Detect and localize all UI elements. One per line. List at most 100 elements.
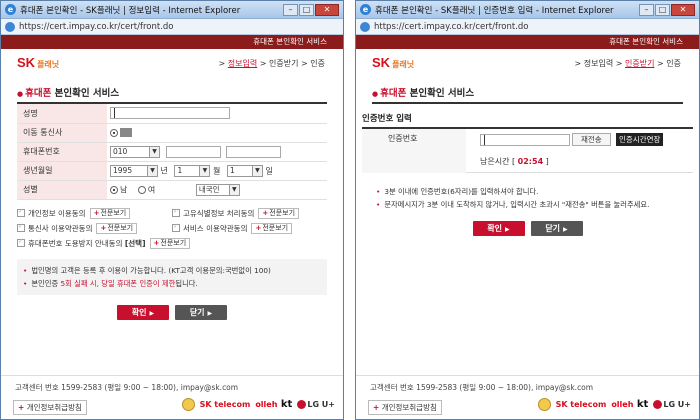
notice-warning: 5회 실패 시, 당일 휴대폰 인증이 제한 [60,278,176,288]
address-bar[interactable]: https://cert.impay.co.kr/cert/front.do [1,19,343,35]
carrier-terms-checkbox[interactable] [17,222,25,232]
theft-notice-checkbox[interactable] [17,237,25,247]
close-window-button[interactable]: ✕ [315,3,339,16]
address-bar[interactable]: https://cert.impay.co.kr/cert/front.do [356,19,699,35]
unique-id-checkbox[interactable] [172,207,180,217]
lg-uplus-logo: LG U+ [297,400,335,409]
birth-month-select[interactable]: 1 ▼ [174,164,211,177]
step-info-entry: 정보입력 [583,59,614,68]
footer: 고객센터 번호 1599-2583 (평일 9:00 ~ 18:00), imp… [356,375,699,419]
countdown-timer: 02:54 [517,157,544,166]
service-terms-checkbox[interactable] [172,222,180,232]
unique-id-view-button[interactable]: +전문보기 [258,207,300,219]
privacy-view-button[interactable]: +전문보기 [89,207,131,219]
phone-label: 휴대폰번호 [17,142,107,162]
carrier-logos: SK telecom olleh kt LG U+ [181,398,335,411]
footer: 고객센터 번호 1599-2583 (평일 9:00 ~ 18:00), imp… [1,375,343,419]
resend-button[interactable]: 재전송 [572,133,611,146]
auth-notice-line-1: 3분 이내에 인증번호(6자리)를 입력하셔야 합니다. [384,187,539,196]
step-info-entry: 정보입력 [227,59,258,68]
optional-tag: [선택] [124,238,146,248]
birth-year-select[interactable]: 1995 ▼ [110,164,158,177]
seal-icon [537,398,551,411]
gender-male-radio[interactable] [110,185,118,194]
service-terms-view-button[interactable]: +전문보기 [251,222,293,234]
window-title: 휴대폰 본인확인 - SK플래닛 | 정보입력 - Internet Explo… [20,5,241,16]
confirm-button[interactable]: 확인 ▶ [472,221,525,236]
carrier-logo [120,128,132,137]
chevron-down-icon: ▼ [149,146,159,157]
close-window-button[interactable]: ✕ [671,3,695,16]
kt-logo: olleh kt [611,399,649,410]
carrier-terms-view-button[interactable]: +전문보기 [96,222,138,234]
text-cursor [484,135,485,145]
phone-prefix-select[interactable]: 010 ▼ [110,145,160,158]
sk-telecom-logo: SK telecom [199,400,251,409]
carrier-radio[interactable] [110,128,118,137]
close-button[interactable]: 닫기 ▶ [175,304,227,320]
step-auth: 인증 [666,59,681,68]
chevron-down-icon: ▼ [228,184,239,195]
notice-line-1: 법인명의 고객은 등록 후 이용이 가능합니다. (KT고객 이용문의:국번없이… [31,265,271,275]
step-verify: 인증받기 [625,59,655,68]
year-unit: 년 [160,166,168,175]
minimize-button[interactable]: – [283,3,298,16]
theft-notice-label: 휴대폰번호 도용방지 안내동의 [28,238,123,248]
gender-label: 성별 [17,180,107,200]
gender-female-radio[interactable] [137,185,146,194]
nationality-select[interactable]: 내국인 ▼ [195,183,240,196]
remaining-time: 남은시간 [ 02:54 ] [480,157,549,166]
step-indicator: > 정보입력 > 인증받기 > 인증 [218,59,325,68]
extend-time-button[interactable]: 인증시간연장 [616,133,664,146]
sk-planet-logo: SK 플래닛 [372,55,414,70]
page-title: ● 휴대폰 본인확인 서비스 [17,85,327,104]
carrier-logos: SK telecom olleh kt LG U+ [537,398,691,411]
maximize-button[interactable]: □ [299,3,314,16]
name-label: 성명 [17,104,107,124]
auth-notice-line-2: 문자메시지가 3분 이내 도착하지 않거나, 입력시간 초과시 "재전송" 버튼… [384,200,650,209]
phone-middle-input[interactable] [165,145,221,158]
chevron-down-icon: ▼ [251,165,262,176]
page-title: ● 휴대폰 본인확인 서비스 [372,85,683,104]
birth-label: 생년월일 [17,161,107,181]
globe-icon [360,21,370,32]
logo-planet: 플래닛 [37,60,60,69]
privacy-checkbox[interactable] [17,207,25,217]
text-cursor [114,108,115,119]
privacy-policy-button[interactable]: + 개인정보취급방침 [13,400,87,415]
auth-code-input[interactable] [480,134,570,146]
customer-center-text: 고객센터 번호 1599-2583 (평일 9:00 ~ 18:00), imp… [15,383,239,392]
day-unit: 일 [265,166,273,175]
step-indicator: > 정보입력 > 인증받기 > 인증 [574,59,681,68]
customer-center-text: 고객센터 번호 1599-2583 (평일 9:00 ~ 18:00), imp… [370,383,594,392]
bullet-icon: ● [372,90,379,98]
auth-code-label: 인증번호 [362,129,466,173]
month-unit: 월 [213,166,221,175]
logo-sk: SK [17,55,36,70]
title-bar[interactable]: e 휴대폰 본인확인 - SK플래닛 | 정보입력 - Internet Exp… [1,1,343,19]
maximize-button[interactable]: □ [655,3,670,16]
sk-telecom-logo: SK telecom [555,400,607,409]
notice-box: • 법인명의 고객은 등록 후 이용이 가능합니다. (KT고객 이용문의:국번없… [17,258,327,295]
lg-uplus-logo: LG U+ [653,400,691,409]
address-url[interactable]: https://cert.impay.co.kr/cert/front.do [19,22,174,32]
auth-notice: • 3분 이내에 인증번호(6자리)를 입력하셔야 합니다. • 문자메시지가 3분… [376,187,650,209]
minimize-button[interactable]: – [639,3,654,16]
info-form: 성명 이동 통신사 휴대폰번호 010 ▼ 생년월일 1995 ▼ 년 1 ▼ 월 1… [17,104,327,200]
name-input[interactable] [110,107,230,120]
title-bar[interactable]: e 휴대폰 본인확인 - SK플래닛 | 인증번호 입력 - Internet … [356,1,699,19]
theft-notice-view-button[interactable]: +전문보기 [149,237,191,249]
privacy-policy-button[interactable]: + 개인정보취급방침 [368,400,442,415]
phone-last-input[interactable] [226,145,282,158]
close-button[interactable]: 닫기 ▶ [530,221,583,236]
privacy-agree-label: 개인정보 이용동의 [28,208,86,218]
service-header-band: 휴대폰 본인확인 서비스 [356,35,699,49]
birth-day-select[interactable]: 1 ▼ [226,164,263,177]
logo-sk: SK [372,55,391,70]
logo-planet: 플래닛 [392,60,415,69]
carrier-label: 이동 통신사 [17,123,107,143]
chevron-down-icon: ▼ [199,165,210,176]
kt-logo: olleh kt [255,399,293,410]
address-url[interactable]: https://cert.impay.co.kr/cert/front.do [374,22,529,32]
confirm-button[interactable]: 확인 ▶ [117,304,169,320]
